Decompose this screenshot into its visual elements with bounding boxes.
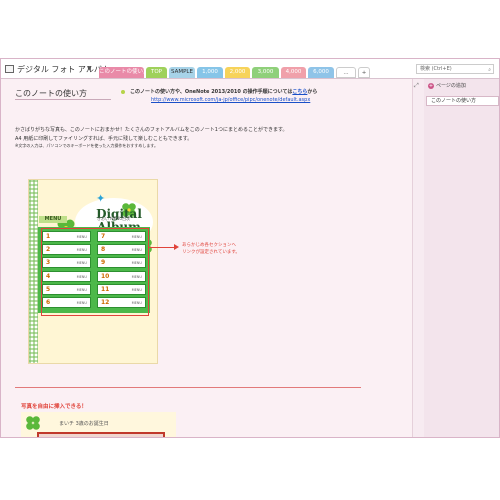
intro-line-2: A4 用紙に印刷してファイリングすれば、手元に残して楽しむこともできます。 xyxy=(15,136,193,142)
photo-caption: まいチ 3歳のお誕生日 xyxy=(59,421,109,427)
tab-3[interactable]: SAMPLE xyxy=(169,67,195,78)
search-input[interactable]: 検索 (Ctrl+E) ⌕ xyxy=(416,64,494,74)
tab-9[interactable]: ... xyxy=(336,67,356,78)
title-underline xyxy=(15,99,111,100)
sample-photo-page[interactable]: まいチ 3歳のお誕生日 xyxy=(21,412,176,437)
notebook-icon[interactable] xyxy=(5,65,14,73)
arrow-head-icon xyxy=(174,244,179,250)
vertical-scrollbar[interactable] xyxy=(412,79,424,437)
bullet-icon xyxy=(121,90,125,94)
intro-line-3: ※文字の入力は、パソコンでのキーボードを使った入力操作をおすすめします。 xyxy=(15,143,158,148)
note-suffix: から xyxy=(307,89,318,95)
onenote-window: デジタル フォト アルバム ▼ このノートの使い方 TOP SAMPLE 1,000 2… xyxy=(0,58,500,438)
tab-5[interactable]: 2,000 xyxy=(225,67,250,78)
photo-frame xyxy=(37,432,165,437)
search-icon[interactable]: ⌕ xyxy=(488,66,491,74)
notebook-title[interactable]: デジタル フォト アルバム xyxy=(17,64,110,75)
callout-line-2: リンクが設定されています。 xyxy=(182,250,240,255)
intro-line-1: かさばりがちな写真も、このノートにおまかせ！たくさんのフォトアルバムをこのノート… xyxy=(15,127,288,133)
clover-icon xyxy=(26,416,40,430)
notebook-bar: デジタル フォト アルバム ▼ このノートの使い方 TOP SAMPLE 1,000 2… xyxy=(1,59,499,79)
tab-6[interactable]: 3,000 xyxy=(252,67,279,78)
menu-highlight-box xyxy=(41,228,149,316)
chevron-down-icon[interactable]: ▼ xyxy=(87,65,92,72)
add-page-label: ページの追加 xyxy=(436,83,466,89)
tab-8[interactable]: 6,000 xyxy=(308,67,334,78)
menu-side-label: きおい MENU目次 xyxy=(97,216,131,221)
tab-1[interactable]: このノートの使い方 xyxy=(99,67,144,78)
note-text-main: このノートの使い方や、OneNote 2013/2010 の操作手順については xyxy=(130,89,293,95)
add-page-button[interactable]: + ページの追加 xyxy=(428,82,498,91)
tab-4[interactable]: 1,000 xyxy=(197,67,223,78)
note-text: このノートの使い方や、OneNote 2013/2010 の操作手順についてはこ… xyxy=(130,88,317,95)
callout-arrow xyxy=(149,247,176,248)
callout-line-1: あらかじめ各セクションへ xyxy=(182,243,236,248)
page-canvas[interactable]: このノートの使い方 このノートの使い方や、OneNote 2013/2010 の… xyxy=(1,79,412,437)
menu-label: MENU xyxy=(39,216,67,223)
gingham-border xyxy=(29,180,38,363)
bird-icon: ✦ xyxy=(96,192,106,205)
help-url-link[interactable]: http://www.microsoft.com/ja-jp/office/pi… xyxy=(151,97,310,103)
page-list-pane: + ページの追加 このノートの使い方 xyxy=(424,79,499,437)
search-placeholder: 検索 (Ctrl+E) xyxy=(420,66,452,72)
here-link[interactable]: こちら xyxy=(292,89,307,95)
tab-7[interactable]: 4,000 xyxy=(281,67,306,78)
expand-icon[interactable]: ⤢ xyxy=(414,82,419,90)
plus-icon: + xyxy=(428,83,434,89)
page-title[interactable]: このノートの使い方 xyxy=(15,88,87,99)
section-divider xyxy=(15,387,361,388)
tab-2[interactable]: TOP xyxy=(146,67,167,78)
tab-10[interactable]: + xyxy=(358,67,370,78)
page-list-item[interactable]: このノートの使い方 xyxy=(426,96,499,106)
insert-heading: 写真を自由に挿入できる！ xyxy=(21,404,87,410)
